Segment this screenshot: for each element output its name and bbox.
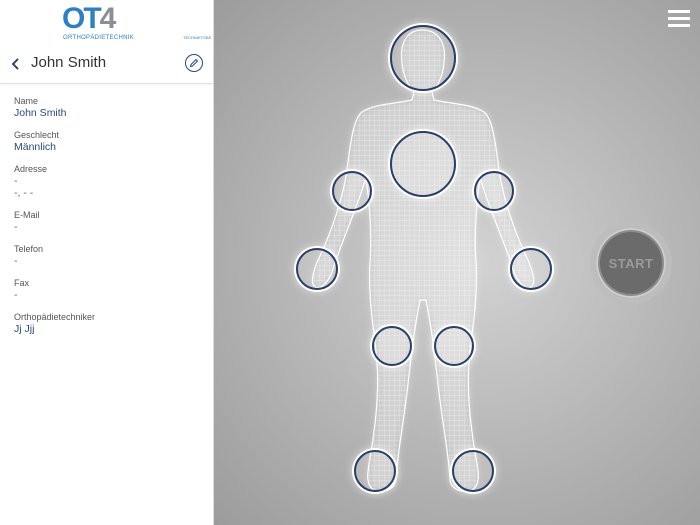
field-value: - <box>14 175 18 187</box>
field-label: E-Mail <box>14 210 40 220</box>
field-value: John Smith <box>14 107 67 119</box>
zone-foot-left[interactable] <box>452 450 494 492</box>
patient-header: John Smith <box>0 46 213 84</box>
zone-elbow-right[interactable] <box>332 171 372 211</box>
body-silhouette <box>311 29 535 492</box>
field-value: Jj Jjj <box>14 323 35 335</box>
field-2: Adresse - -, - - <box>14 163 199 199</box>
zone-hand-right[interactable] <box>296 248 338 290</box>
zone-foot-right[interactable] <box>354 450 396 492</box>
logo-mark: OT4 <box>62 2 117 35</box>
tech-badge: TECHNIKTOBE <box>183 35 212 40</box>
chevron-left-icon <box>11 58 19 70</box>
zone-torso[interactable] <box>390 131 456 197</box>
field-value: - <box>14 255 18 267</box>
zone-hand-left[interactable] <box>510 248 552 290</box>
field-value: -, - - <box>14 187 34 199</box>
field-label: Adresse <box>14 164 48 174</box>
zone-head[interactable] <box>390 25 456 91</box>
field-label: Orthopädietechniker <box>14 312 96 322</box>
field-0: Name John Smith <box>14 95 199 119</box>
pencil-icon <box>189 58 199 68</box>
logo: OT4 ORTHOPÄDIETECHNIK TECHNIKTOBE <box>0 0 213 46</box>
hamburger-icon <box>668 10 690 13</box>
start-label: START <box>608 255 654 271</box>
field-label: Geschlecht <box>14 130 60 140</box>
start-button-face: START <box>600 232 662 294</box>
logo-subtitle: ORTHOPÄDIETECHNIK <box>63 35 134 41</box>
zone-elbow-left[interactable] <box>474 171 514 211</box>
page-title: John Smith <box>31 54 107 71</box>
zone-knee-right[interactable] <box>372 326 412 366</box>
body-map-view: START <box>214 0 700 525</box>
hamburger-icon-bar <box>668 17 690 20</box>
field-label: Fax <box>14 278 30 288</box>
field-6: Orthopädietechniker Jj Jjj <box>14 311 199 335</box>
field-label: Name <box>14 96 39 106</box>
logo-brand: OT <box>62 2 102 35</box>
logo-brand-number: 4 <box>99 2 117 35</box>
menu-button[interactable] <box>668 10 690 28</box>
sidebar: OT4 ORTHOPÄDIETECHNIK TECHNIKTOBE John S… <box>0 0 214 525</box>
back-button[interactable] <box>8 54 24 74</box>
field-4: Telefon - <box>14 243 199 267</box>
field-5: Fax - <box>14 277 199 301</box>
field-value: - <box>14 221 18 233</box>
zone-knee-left[interactable] <box>434 326 474 366</box>
edit-button[interactable] <box>185 54 203 72</box>
field-3: E-Mail - <box>14 209 199 233</box>
field-1: Geschlecht Männlich <box>14 129 199 153</box>
patient-details: Name John Smith Geschlecht Männlich Adresse -… <box>0 84 213 335</box>
field-label: Telefon <box>14 244 44 254</box>
field-value: - <box>14 289 18 301</box>
hamburger-icon-bar <box>668 24 690 27</box>
start-button[interactable]: START <box>590 222 672 304</box>
field-value: Männlich <box>14 141 57 153</box>
